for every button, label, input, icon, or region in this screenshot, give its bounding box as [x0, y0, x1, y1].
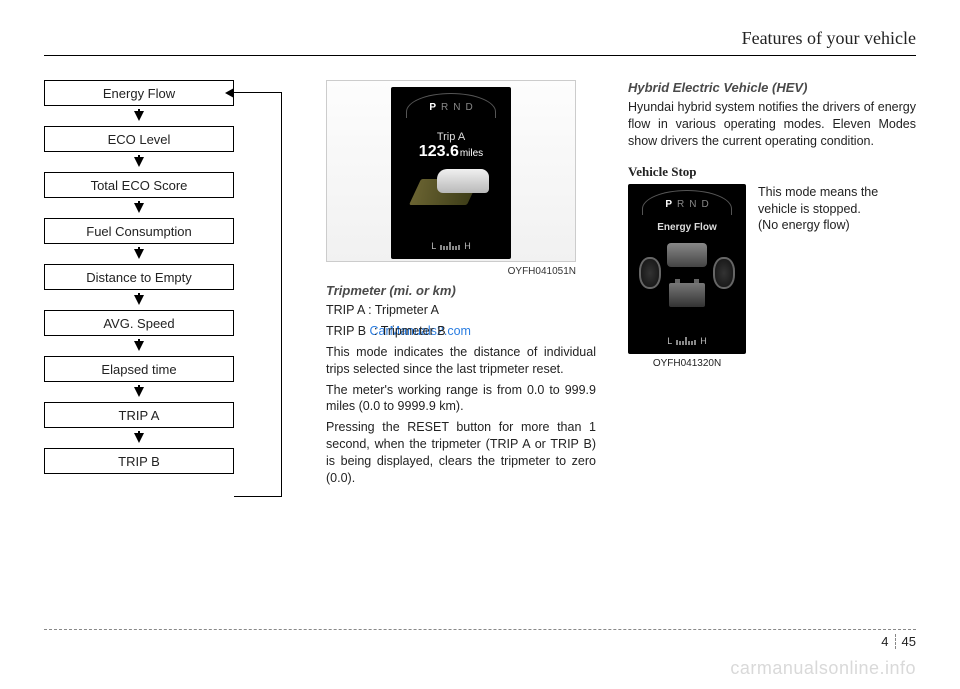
engine-icon — [667, 243, 707, 267]
gauge-high: H — [700, 336, 707, 346]
figure-caption: OYFH041320N — [628, 358, 746, 369]
site-watermark: carmanualsonline.info — [730, 658, 916, 679]
display-screenshot-trip-a: P R N D Trip A 123.6miles L — [326, 80, 576, 262]
page-number-value: 45 — [902, 634, 916, 649]
tripmeter-p1: This mode indicates the distance of indi… — [326, 344, 596, 378]
flow-energy-flow: Energy Flow — [44, 80, 234, 106]
page-number: 4 45 — [881, 634, 916, 649]
trip-number: 123.6 — [419, 143, 459, 160]
trip-label: Trip A — [437, 131, 465, 143]
flow-arrow-icon — [44, 290, 234, 310]
vehicle-stop-heading: Vehicle Stop — [628, 164, 916, 180]
flow-elapsed-time: Elapsed time — [44, 356, 234, 382]
battery-icon — [669, 283, 705, 307]
flow-total-eco-score: Total ECO Score — [44, 172, 234, 198]
gauge-low: L — [667, 336, 672, 346]
tripmeter-heading: Tripmeter (mi. or km) — [326, 283, 596, 298]
tripmeter-p3: Pressing the RESET button for more than … — [326, 419, 596, 487]
display-screenshot-energy-flow: P R N D Energy Flow L — [628, 184, 746, 354]
stop-text-1: This mode means the vehicle is stopped. — [758, 184, 916, 218]
flow-arrow-icon — [44, 336, 234, 356]
flow-distance-to-empty: Distance to Empty — [44, 264, 234, 290]
hev-intro: Hyundai hybrid system notifies the drive… — [628, 99, 916, 150]
flow-eco-level: ECO Level — [44, 126, 234, 152]
flow-trip-b: TRIP B — [44, 448, 234, 474]
flow-arrow-icon — [44, 382, 234, 402]
trip-unit: miles — [460, 148, 483, 159]
wheel-right-icon — [713, 257, 735, 289]
tripmeter-line-b: TRIP B CarManuals2.com : Tripmeter B — [326, 323, 596, 340]
section-number: 4 — [881, 634, 895, 649]
gauge-ticks-icon — [440, 242, 460, 250]
car-icon — [437, 169, 489, 193]
page-header: Features of your vehicle — [44, 28, 916, 56]
flow-arrow-icon — [44, 428, 234, 448]
gauge-high: H — [464, 241, 471, 251]
figure-caption: OYFH041051N — [326, 266, 576, 277]
vehicle-stop-text: This mode means the vehicle is stopped. … — [758, 184, 916, 369]
wheel-left-icon — [639, 257, 661, 289]
gear-n: N — [689, 199, 696, 210]
flowchart: Energy Flow ECO Level Total ECO Score Fu… — [44, 80, 294, 590]
stop-text-2: (No energy flow) — [758, 217, 916, 234]
page-content: Energy Flow ECO Level Total ECO Score Fu… — [44, 80, 916, 590]
car-graphic — [411, 167, 491, 207]
gear-r: R — [677, 199, 684, 210]
fuel-gauge: L H — [431, 241, 471, 251]
cluster-display: P R N D Trip A 123.6miles L — [391, 87, 511, 259]
flow-loop-connector — [234, 92, 282, 497]
flow-arrow-icon — [44, 198, 234, 218]
gear-indicator: P R N D — [665, 199, 708, 210]
gear-n: N — [453, 102, 460, 113]
gear-indicator: P R N D — [429, 102, 472, 113]
tripmeter-line-a: TRIP A : Tripmeter A — [326, 302, 596, 319]
gauge-low: L — [431, 241, 436, 251]
flow-avg-speed: AVG. Speed — [44, 310, 234, 336]
gear-p: P — [429, 102, 436, 113]
gear-p: P — [665, 199, 672, 210]
tripmeter-column: P R N D Trip A 123.6miles L — [326, 80, 596, 590]
page-footer: 4 45 — [44, 629, 916, 649]
energy-flow-label: Energy Flow — [657, 222, 716, 233]
gauge-ticks-icon — [676, 337, 696, 345]
energy-flow-diagram — [637, 241, 737, 313]
gear-d: D — [701, 199, 708, 210]
flow-arrow-icon — [44, 106, 234, 126]
flow-arrow-icon — [44, 152, 234, 172]
line-b-pre: TRIP B — [326, 324, 370, 338]
flow-trip-a: TRIP A — [44, 402, 234, 428]
tripmeter-p2: The meter's working range is from 0.0 to… — [326, 382, 596, 416]
flow-arrow-icon — [44, 244, 234, 264]
line-b-original: : Tripmeter B — [374, 323, 446, 340]
gear-r: R — [441, 102, 448, 113]
trip-value: 123.6miles — [419, 143, 483, 161]
fuel-gauge: L H — [667, 336, 707, 346]
screenshot-wrapper: P R N D Energy Flow L — [628, 184, 746, 369]
flow-fuel-consumption: Fuel Consumption — [44, 218, 234, 244]
hev-column: Hybrid Electric Vehicle (HEV) Hyundai hy… — [628, 80, 916, 590]
vehicle-stop-block: P R N D Energy Flow L — [628, 184, 916, 369]
gear-d: D — [465, 102, 472, 113]
hev-heading: Hybrid Electric Vehicle (HEV) — [628, 80, 916, 95]
